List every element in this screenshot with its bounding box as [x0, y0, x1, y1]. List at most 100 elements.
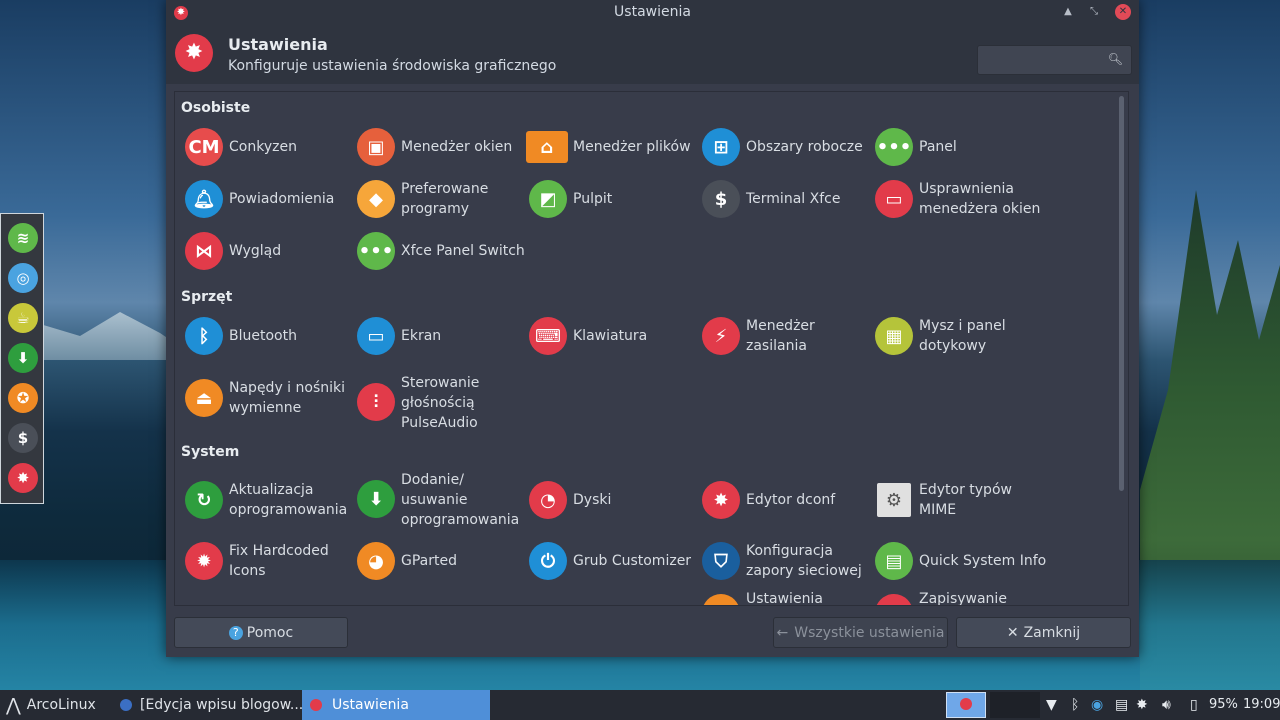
close-label: Zamknij — [1023, 624, 1081, 641]
item-removable-drives[interactable]: ⏏ Napędy i nośniki wymienne — [182, 372, 354, 424]
window-title: Ustawienia — [614, 4, 691, 20]
volume-icon[interactable]: 🔊︎ — [1162, 697, 1171, 713]
dock-settings-icon[interactable]: ✸ — [8, 463, 38, 493]
title-bar[interactable]: ✸ Ustawienia ▲ ⤡ ✕ — [166, 0, 1139, 26]
item-window-manager[interactable]: ▣ Menedżer okien — [354, 121, 526, 173]
battery-icon[interactable]: ▯ — [1190, 697, 1198, 713]
item-dconf-editor[interactable]: ✸ Edytor dconf — [699, 474, 871, 526]
item-firewall[interactable]: ⛉ Konfiguracja zapory sieciowej — [699, 535, 871, 587]
item-label: Menedżer zasilania — [746, 318, 815, 354]
gear-icon: ✸ — [702, 481, 740, 519]
item-label: Edytor dconf — [746, 492, 836, 508]
item-label: Conkyzen — [229, 139, 297, 155]
folder-icon: ⌂ — [526, 131, 568, 163]
item-workspaces[interactable]: ⊞ Obszary robocze — [699, 121, 871, 173]
bluetooth-icon: ᛒ — [185, 317, 223, 355]
item-conkyzen[interactable]: CM Conkyzen — [182, 121, 354, 173]
settings-grid: Osobiste Sprzęt System CM Conkyzen ▣ Men… — [174, 91, 1129, 606]
update-icon: ↻ — [185, 481, 223, 519]
item-grub-customizer[interactable]: ⏻ Grub Customizer — [526, 535, 698, 587]
settings-icon: ⚙ — [702, 594, 740, 605]
workspace-window-icon — [960, 698, 972, 710]
maximize-button[interactable]: ⤡ — [1086, 4, 1102, 20]
item-label: Konfiguracja zapory sieciowej — [746, 543, 862, 579]
item-window-tweaks[interactable]: ▭ Usprawnienia menedżera okien — [872, 173, 1044, 225]
bell-icon: 🔔︎ — [185, 180, 223, 218]
dock-download-icon[interactable]: ⬇ — [8, 343, 38, 373]
taskbar: ⋀ ArcoLinux [Edycja wpisu blogow... Usta… — [0, 690, 1280, 720]
item-bluetooth[interactable]: ᛒ Bluetooth — [182, 310, 354, 362]
mixer-icon: ⫶ — [357, 383, 395, 421]
bluetooth-tray-icon[interactable]: ᛒ — [1071, 697, 1079, 713]
item-label: Ekran — [401, 328, 442, 344]
item-label: Menedżer okien — [401, 139, 513, 155]
item-settings-partial[interactable]: ⚙ Ustawienia — [699, 587, 871, 605]
fix-icons-icon: ✹ — [185, 542, 223, 580]
close-window-button[interactable]: ✕ — [1115, 4, 1131, 20]
panel-switch-icon: ••• — [357, 232, 395, 270]
workspaces-icon: ⊞ — [702, 128, 740, 166]
item-add-remove-software[interactable]: ⬇ Dodanie/ usuwanie oprogramowania — [354, 469, 526, 531]
item-mime-editor[interactable]: ⚙ Edytor typów MIME — [872, 474, 1044, 526]
clipboard-icon[interactable]: ▤ — [1115, 697, 1128, 713]
item-disks[interactable]: ◔ Dyski — [526, 474, 698, 526]
search-input[interactable]: 🔍︎ — [977, 45, 1132, 75]
item-terminal[interactable]: $ Terminal Xfce — [699, 173, 871, 225]
item-power-manager[interactable]: ⚡ Menedżer zasilania — [699, 310, 871, 362]
disk-icon: ◔ — [529, 481, 567, 519]
item-notifications[interactable]: 🔔︎ Powiadomienia — [182, 173, 354, 225]
help-button[interactable]: ? Pomoc — [174, 617, 348, 648]
keyboard-icon: ⌨ — [529, 317, 567, 355]
item-label: Ustawienia — [746, 591, 823, 606]
item-label: Napędy i nośniki wymienne — [229, 380, 346, 416]
taskbar-item-settings[interactable]: Ustawienia — [302, 690, 490, 720]
item-gparted[interactable]: ◕ GParted — [354, 535, 526, 587]
item-software-update[interactable]: ↻ Aktualizacja oprogramowania — [182, 474, 354, 526]
window-tweaks-icon: ▭ — [875, 180, 913, 218]
all-settings-button[interactable]: ← Wszystkie ustawienia — [773, 617, 948, 648]
item-label: Obszary robocze — [746, 139, 863, 155]
desktop-icon: ◩ — [529, 180, 567, 218]
item-panel-switch[interactable]: ••• Xfce Panel Switch — [354, 225, 526, 277]
wifi-icon[interactable]: ▼ — [1046, 697, 1057, 713]
chromium-tray-icon[interactable]: ◉ — [1091, 697, 1103, 713]
item-keyboard[interactable]: ⌨ Klawiatura — [526, 310, 698, 362]
item-quick-system-info[interactable]: ▤ Quick System Info — [872, 535, 1046, 587]
item-label: Terminal Xfce — [746, 191, 841, 207]
clock[interactable]: 19:09 — [1243, 697, 1280, 712]
item-display[interactable]: ▭ Ekran — [354, 310, 526, 362]
item-mouse-touchpad[interactable]: ▦ Mysz i panel dotykowy — [872, 310, 1044, 362]
dock-lifebuoy-icon[interactable]: ✪ — [8, 383, 38, 413]
terminal-icon: $ — [702, 180, 740, 218]
dock-terminal-icon[interactable]: $ — [8, 423, 38, 453]
start-menu-button[interactable]: ⋀ ArcoLinux — [0, 690, 114, 720]
item-fix-hardcoded-icons[interactable]: ✹ Fix Hardcoded Icons — [182, 535, 354, 587]
item-label: Usprawnienia menedżera okien — [919, 181, 1041, 217]
close-button[interactable]: ✕ Zamknij — [956, 617, 1131, 648]
workspace-2[interactable] — [990, 692, 1040, 718]
help-label: Pomoc — [246, 624, 294, 641]
workspace-1[interactable] — [946, 692, 986, 718]
scrollbar[interactable] — [1119, 96, 1124, 491]
monitor-icon: ▭ — [357, 317, 395, 355]
minimize-button[interactable]: ▲ — [1060, 4, 1076, 20]
header-subtitle: Konfiguruje ustawienia środowiska grafic… — [228, 58, 557, 74]
item-preferred-apps[interactable]: ◆ Preferowane programy — [354, 173, 526, 225]
dock-teapot-icon[interactable]: ☕ — [8, 303, 38, 333]
item-panel[interactable]: ••• Panel — [872, 121, 1044, 173]
item-label: Mysz i panel dotykowy — [919, 318, 1006, 354]
item-saving-partial[interactable]: ● Zapisywanie — [872, 587, 1044, 605]
item-pulseaudio[interactable]: ⫶ Sterowanie głośnością PulseAudio — [354, 372, 526, 434]
settings-tray-icon[interactable]: ✸ — [1136, 697, 1148, 713]
dock-spotify-icon[interactable]: ≋ — [8, 223, 38, 253]
taskbar-item-blog[interactable]: [Edycja wpisu blogow... — [112, 690, 308, 720]
help-icon: ? — [228, 625, 243, 640]
search-icon[interactable]: 🔍︎ — [1108, 52, 1123, 66]
category-osobiste: Osobiste — [181, 100, 251, 116]
item-desktop[interactable]: ◩ Pulpit — [526, 173, 698, 225]
item-appearance[interactable]: ⋈ Wygląd — [182, 225, 354, 277]
item-label: Preferowane programy — [401, 181, 489, 217]
dock-chromium-icon[interactable]: ◎ — [8, 263, 38, 293]
settings-window: ✸ Ustawienia ▲ ⤡ ✕ ✸ Ustawienia Konfigur… — [166, 0, 1139, 657]
item-file-manager[interactable]: ⌂ Menedżer plików — [526, 121, 698, 173]
